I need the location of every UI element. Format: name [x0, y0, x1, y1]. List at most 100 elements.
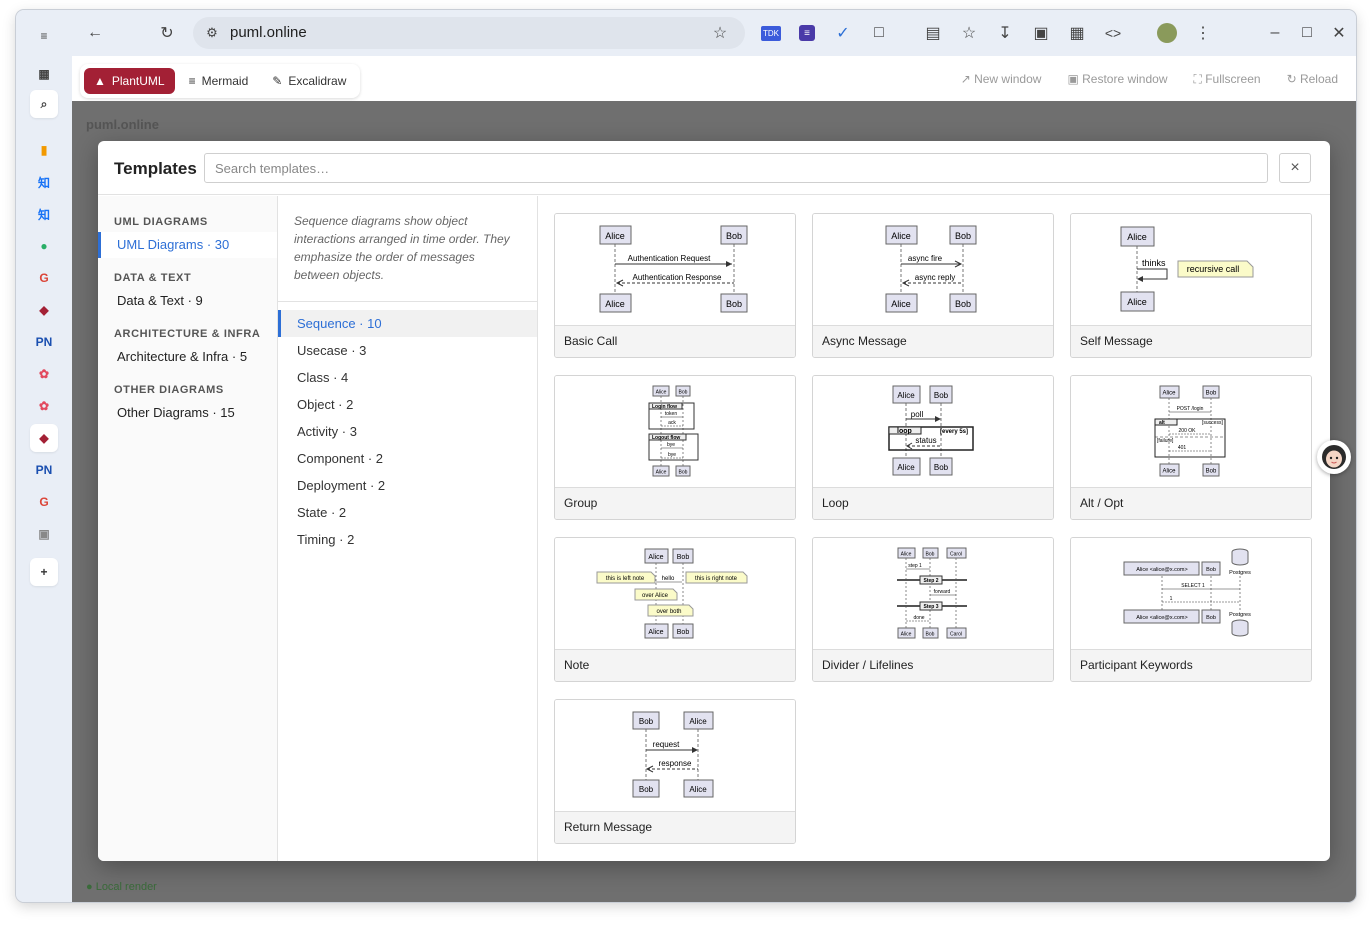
subcategory-panel: Sequence diagrams show object interactio…: [278, 196, 538, 861]
subcategory-class[interactable]: Class · 4: [278, 364, 537, 391]
add-icon[interactable]: +: [30, 558, 58, 586]
zhihu-icon[interactable]: 知: [30, 168, 58, 196]
template-name: Divider / Lifelines: [813, 649, 1053, 681]
restore-window-button[interactable]: ▣ Restore window: [1067, 72, 1167, 87]
message-label: POST /login: [1177, 406, 1204, 412]
template-card-alt-opt[interactable]: Alice Bob POST /login alt [success] 200 …: [1070, 375, 1312, 520]
vscode-extension-icon[interactable]: ✓: [830, 20, 856, 46]
participant-label: Alice: [605, 231, 625, 241]
pn-icon[interactable]: PN: [30, 328, 58, 356]
flower-icon[interactable]: ✿: [30, 392, 58, 420]
assistant-avatar-icon[interactable]: [1317, 440, 1351, 474]
back-icon[interactable]: ←: [82, 20, 108, 46]
subcategory-timing[interactable]: Timing · 2: [278, 526, 537, 553]
zhihu-icon[interactable]: 知: [30, 200, 58, 228]
subcategory-activity[interactable]: Activity · 3: [278, 418, 537, 445]
participant-label: Bob: [639, 785, 654, 794]
wechat-icon[interactable]: ●: [30, 232, 58, 260]
category-uml-diagrams[interactable]: UML Diagrams · 30: [98, 232, 277, 258]
sidebar-toggle-icon[interactable]: ≡: [30, 22, 58, 50]
template-card-note[interactable]: Alice Bob this is left note hello this i…: [554, 537, 796, 682]
plantuml-icon: ▲: [94, 74, 106, 88]
template-card-group[interactable]: Alice Bob Login flow token ack Logout fl…: [554, 375, 796, 520]
template-card-divider-lifelines[interactable]: Alice Bob Carol step 1 Step 2 forward St…: [812, 537, 1054, 682]
flower-icon[interactable]: ✿: [30, 360, 58, 388]
category-architecture-infra[interactable]: Architecture & Infra · 5: [98, 344, 277, 370]
participant-label: Bob: [926, 552, 935, 558]
reading-list-icon[interactable]: ▤: [920, 20, 946, 46]
pn-icon[interactable]: PN: [30, 456, 58, 484]
site-title: puml.online: [86, 117, 159, 132]
profile-avatar[interactable]: [1154, 20, 1180, 46]
mode-mermaid-button[interactable]: ≡ Mermaid: [179, 68, 259, 94]
participant-label: Bob: [726, 231, 742, 241]
maximize-icon[interactable]: □: [1294, 20, 1320, 46]
template-preview: Alice Bob Authentication Request Authent…: [555, 214, 795, 325]
fullscreen-button[interactable]: ⛶ Fullscreen: [1193, 72, 1260, 87]
search-tab-icon[interactable]: ⌕: [30, 90, 58, 118]
note-label: over Alice: [642, 593, 669, 599]
reload-icon[interactable]: ↻: [154, 20, 180, 46]
bookmark-star-icon[interactable]: ☆: [707, 20, 733, 46]
subcategory-sequence[interactable]: Sequence · 10: [278, 310, 537, 337]
loop-label: loop: [897, 428, 912, 435]
plantuml-icon[interactable]: ◆: [30, 296, 58, 324]
participant-label: Bob: [679, 470, 688, 476]
reload-button[interactable]: ↻ Reload: [1287, 72, 1338, 87]
minimize-icon[interactable]: –: [1262, 20, 1288, 46]
apps-icon[interactable]: ▦: [30, 60, 58, 88]
template-card-participant-keywords[interactable]: Alice <alice@x.com> Bob Postgres SELECT …: [1070, 537, 1312, 682]
message-label: 200 OK: [1179, 428, 1197, 434]
template-preview: Alice Bob Carol step 1 Step 2 forward St…: [813, 538, 1053, 649]
note-label: over both: [656, 609, 681, 615]
mode-plantuml-button[interactable]: ▲ PlantUML: [84, 68, 175, 94]
url-text[interactable]: puml.online: [230, 24, 307, 41]
participant-label: Bob: [726, 299, 742, 309]
forms-extension-icon[interactable]: ≡: [794, 20, 820, 46]
template-card-loop[interactable]: Alice Bob poll loop [every 5s] status Al…: [812, 375, 1054, 520]
new-window-button[interactable]: ↗ New window: [961, 72, 1042, 87]
code-icon[interactable]: <>: [1100, 20, 1126, 46]
reader-icon[interactable]: ▣: [1028, 20, 1054, 46]
site-info-icon[interactable]: ⚙: [199, 20, 225, 46]
category-other-diagrams[interactable]: Other Diagrams · 15: [98, 400, 277, 426]
analytics-icon[interactable]: ▮: [30, 136, 58, 164]
message-label: 1: [1170, 596, 1173, 602]
template-card-self-message[interactable]: Alice thinks recursive call Alice Self M…: [1070, 213, 1312, 358]
message-label: async fire: [908, 254, 943, 263]
browser-toolbar: ← ↻ ⚙ puml.online ☆ TDK ≡ ✓ □ ▤ ☆ ↧ ▣ ▦ …: [72, 10, 1356, 56]
message-label: bye: [667, 442, 675, 448]
mode-excalidraw-button[interactable]: ✎ Excalidraw: [262, 68, 356, 94]
favorites-icon[interactable]: ☆: [956, 20, 982, 46]
subcategory-object[interactable]: Object · 2: [278, 391, 537, 418]
qr-code-icon[interactable]: ▦: [1064, 20, 1090, 46]
category-data-text[interactable]: Data & Text · 9: [98, 288, 277, 314]
close-window-icon[interactable]: ✕: [1326, 20, 1352, 46]
close-dialog-button[interactable]: ×: [1279, 153, 1311, 183]
puzzle-icon[interactable]: □: [866, 20, 892, 46]
subcategory-state[interactable]: State · 2: [278, 499, 537, 526]
mode-switcher: ▲ PlantUML ≡ Mermaid ✎ Excalidraw: [80, 64, 361, 98]
template-card-return-message[interactable]: Bob Alice request response Bob Alice Ret…: [554, 699, 796, 844]
image-icon[interactable]: ▣: [30, 520, 58, 548]
alt-condition: [success]: [1202, 420, 1223, 426]
template-card-basic-call[interactable]: Alice Bob Authentication Request Authent…: [554, 213, 796, 358]
subcategory-usecase[interactable]: Usecase · 3: [278, 337, 537, 364]
template-preview: Alice Bob POST /login alt [success] 200 …: [1071, 376, 1311, 487]
tdk-extension-icon[interactable]: TDK: [758, 20, 784, 46]
participant-label: Alice: [648, 554, 663, 561]
download-icon[interactable]: ↧: [992, 20, 1018, 46]
google-icon[interactable]: G: [30, 488, 58, 516]
message-label: thinks: [1142, 258, 1166, 268]
plantuml-icon[interactable]: ◆: [30, 424, 58, 452]
mermaid-icon: ≡: [188, 74, 196, 88]
subcategory-component[interactable]: Component · 2: [278, 445, 537, 472]
participant-label: Alice: [648, 629, 663, 636]
search-templates-input[interactable]: [204, 153, 1268, 183]
template-card-async-message[interactable]: Alice Bob async fire async reply Alice B…: [812, 213, 1054, 358]
google-icon[interactable]: G: [30, 264, 58, 292]
more-icon[interactable]: ⋮: [1190, 20, 1216, 46]
subcategory-deployment[interactable]: Deployment · 2: [278, 472, 537, 499]
category-description: Sequence diagrams show object interactio…: [278, 196, 537, 302]
templates-dialog: Templates × UML DIAGRAMS UML Diagrams · …: [98, 141, 1330, 861]
